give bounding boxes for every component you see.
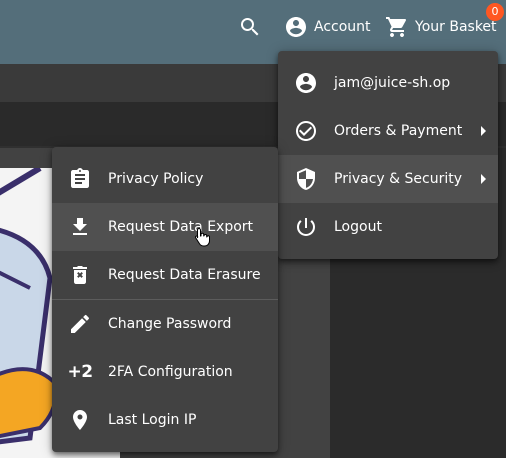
cart-icon (385, 15, 409, 39)
logout-label: Logout (334, 219, 382, 235)
plus-two-icon: +2 (67, 362, 93, 382)
check-circle-icon (294, 119, 318, 143)
account-label: Account (314, 19, 371, 35)
account-button[interactable]: Account (284, 0, 371, 54)
basket-button[interactable]: Your Basket (385, 0, 497, 54)
shield-icon (294, 167, 318, 191)
change-password-label: Change Password (108, 316, 232, 332)
2fa-configuration-item[interactable]: +2 2FA Configuration (52, 348, 278, 396)
logout-item[interactable]: Logout (278, 203, 498, 251)
account-circle-icon (294, 71, 318, 95)
clipboard-icon (68, 167, 92, 191)
account-email-label: jam@juice-sh.op (334, 75, 451, 91)
2fa-configuration-label: 2FA Configuration (108, 364, 233, 380)
orders-payment-item[interactable]: Orders & Payment (278, 107, 498, 155)
pencil-icon (68, 312, 92, 336)
search-icon (238, 15, 262, 39)
request-data-export-label: Request Data Export (108, 219, 254, 235)
basket-label: Your Basket (415, 19, 497, 35)
power-icon (294, 215, 318, 239)
account-circle-icon (284, 15, 308, 39)
privacy-policy-label: Privacy Policy (108, 171, 204, 187)
account-menu: jam@juice-sh.op Orders & Payment Privacy… (278, 51, 498, 259)
submenu-arrow-icon (481, 126, 486, 136)
privacy-policy-item[interactable]: Privacy Policy (52, 155, 278, 203)
change-password-item[interactable]: Change Password (52, 300, 278, 348)
search-button[interactable] (238, 0, 264, 54)
delete-icon (68, 263, 92, 287)
request-data-erasure-label: Request Data Erasure (108, 267, 261, 283)
account-email-item[interactable]: jam@juice-sh.op (278, 59, 498, 107)
last-login-ip-label: Last Login IP (108, 412, 197, 428)
privacy-security-label: Privacy & Security (334, 171, 462, 187)
location-pin-icon (68, 408, 92, 432)
last-login-ip-item[interactable]: Last Login IP (52, 396, 278, 444)
download-icon (68, 215, 92, 239)
submenu-arrow-icon (481, 174, 486, 184)
request-data-export-item[interactable]: Request Data Export (52, 203, 278, 251)
privacy-security-item[interactable]: Privacy & Security (278, 155, 498, 203)
orders-payment-label: Orders & Payment (334, 123, 463, 139)
hand-cursor-icon (194, 227, 210, 251)
privacy-security-menu: Privacy Policy Request Data Export Reque… (52, 147, 278, 452)
request-data-erasure-item[interactable]: Request Data Erasure (52, 251, 278, 299)
basket-count-badge: 0 (486, 3, 504, 21)
